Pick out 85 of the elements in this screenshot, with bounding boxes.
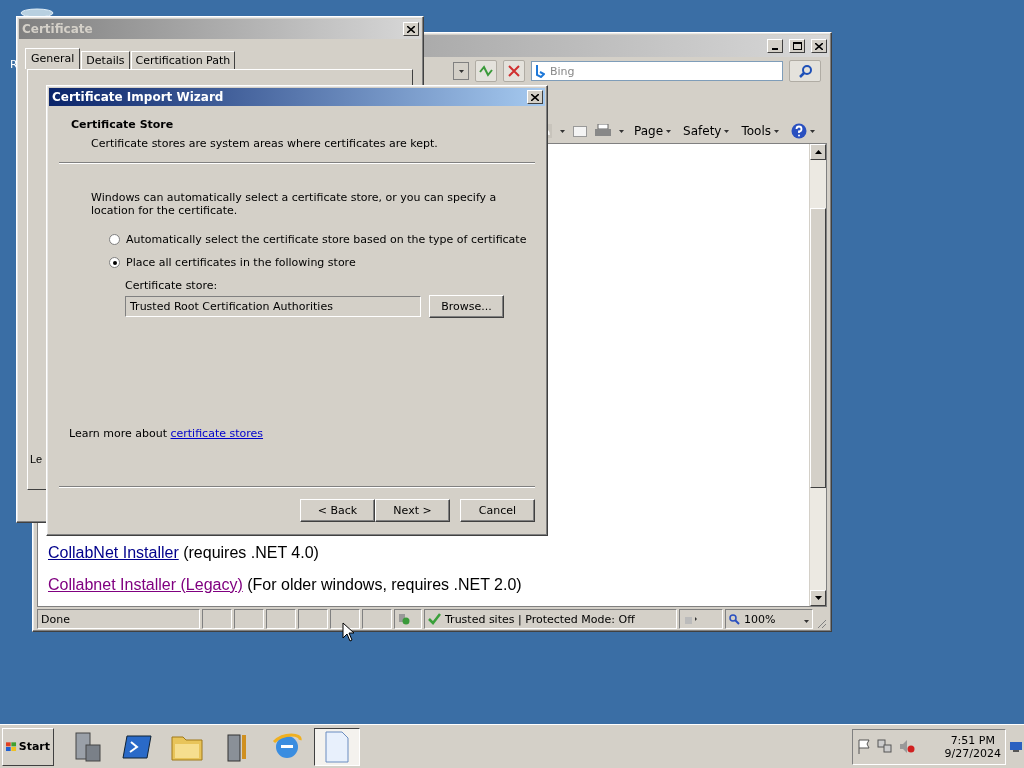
page-heading: Certificate Store — [71, 118, 175, 131]
window-title: Certificate — [22, 22, 93, 36]
help-icon — [791, 123, 807, 139]
clock-date: 9/27/2024 — [944, 746, 1001, 760]
download-link-line: CollabNet Installer (requires .NET 4.0) — [48, 544, 320, 562]
status-panel — [202, 609, 232, 629]
radio-button[interactable] — [109, 257, 120, 268]
help-button[interactable] — [789, 123, 817, 139]
scroll-down-icon — [814, 596, 822, 600]
start-button[interactable]: Start — [2, 727, 54, 766]
window-title: Certificate Import Wizard — [52, 90, 224, 104]
command-menu[interactable]: Safety — [681, 124, 732, 138]
close-icon — [531, 93, 539, 101]
radio-button[interactable] — [109, 234, 120, 245]
search-engine-icon — [536, 65, 545, 78]
page-subheading: Certificate stores are system areas where certificates are kept. — [90, 137, 439, 150]
terminal-icon — [122, 733, 152, 760]
stop-button[interactable] — [503, 60, 525, 82]
stop-icon — [508, 65, 520, 77]
download-link[interactable]: CollabNet Installer — [48, 544, 179, 561]
scrollbar[interactable] — [809, 144, 826, 606]
recycle-bin-icon — [20, 8, 54, 18]
close-button[interactable] — [403, 22, 419, 36]
dialog-text: Le — [30, 453, 43, 465]
command-menu[interactable]: Page — [632, 124, 674, 138]
status-text: Done — [41, 612, 70, 626]
command-menu[interactable]: Tools — [739, 124, 781, 138]
status-panel — [362, 609, 392, 629]
caret-icon — [724, 129, 730, 133]
tab[interactable]: Certification Path — [130, 51, 236, 69]
tab[interactable]: General — [25, 48, 81, 69]
maximize-button[interactable] — [789, 39, 805, 53]
search-field[interactable]: Bing — [531, 61, 783, 81]
address-dropdown-button[interactable] — [453, 62, 469, 80]
close-button[interactable] — [527, 90, 543, 104]
status-panel — [298, 609, 328, 629]
zone-status-text: Trusted sites | Protected Mode: Off — [445, 612, 635, 626]
certificate-store-field[interactable]: Trusted Root Certification Authorities — [125, 296, 421, 317]
minimize-button[interactable] — [767, 39, 783, 53]
caret-icon — [458, 69, 464, 73]
close-button[interactable] — [811, 39, 827, 53]
taskbar-app-button[interactable] — [314, 727, 360, 766]
clock[interactable]: 7:51 PM 9/27/2024 — [944, 733, 1001, 760]
resize-grip-icon — [815, 617, 827, 629]
network-icon[interactable] — [877, 739, 893, 754]
wizard-button[interactable]: Cancel — [460, 499, 535, 522]
intro-text: Windows can automatically select a certificate store, or you can specify a location for the certificate. — [91, 191, 498, 217]
browse-button[interactable]: Browse... — [429, 295, 504, 318]
field-label: Certificate store: — [125, 279, 219, 292]
status-panel — [266, 609, 296, 629]
search-button[interactable] — [789, 60, 821, 82]
wizard-button[interactable]: < Back — [300, 499, 375, 522]
close-icon — [407, 25, 415, 33]
printer-icon — [595, 124, 611, 138]
caret-icon — [619, 129, 624, 133]
radio-option[interactable]: Place all certificates in the following store — [109, 256, 535, 269]
caret-icon — [560, 129, 565, 133]
flag-icon[interactable] — [857, 739, 871, 754]
refresh-button[interactable] — [475, 60, 497, 82]
caret-icon — [804, 619, 809, 623]
wizard-button[interactable]: Next > — [375, 499, 450, 522]
tab[interactable]: Details — [81, 51, 130, 69]
scroll-up-icon — [814, 150, 822, 154]
server-icon — [72, 730, 102, 763]
zone-icon — [398, 613, 410, 625]
zoom-icon — [729, 613, 740, 625]
caret-icon — [666, 129, 672, 133]
close-icon — [815, 42, 823, 50]
mail-icon — [573, 125, 587, 137]
caret-icon — [774, 129, 779, 133]
document-icon — [325, 730, 349, 763]
download-link[interactable]: Collabnet Installer (Legacy) — [48, 576, 243, 593]
radio-option[interactable]: Automatically select the certificate store based on the type of certificate — [109, 233, 535, 246]
maximize-icon — [792, 42, 802, 50]
search-icon — [798, 64, 812, 78]
help-link[interactable]: certificate stores — [170, 427, 264, 440]
clock-time: 7:51 PM — [950, 733, 995, 747]
check-icon — [428, 613, 441, 625]
learn-more-text: Learn more about certificate stores — [69, 427, 265, 440]
volume-muted-icon[interactable] — [899, 739, 915, 754]
caret-icon — [810, 129, 815, 133]
status-panel — [234, 609, 264, 629]
download-link-line: Collabnet Installer (Legacy) (For older windows, requires .NET 2.0) — [48, 576, 523, 594]
show-desktop-icon[interactable] — [1010, 741, 1022, 752]
windows-logo-icon — [6, 739, 17, 754]
